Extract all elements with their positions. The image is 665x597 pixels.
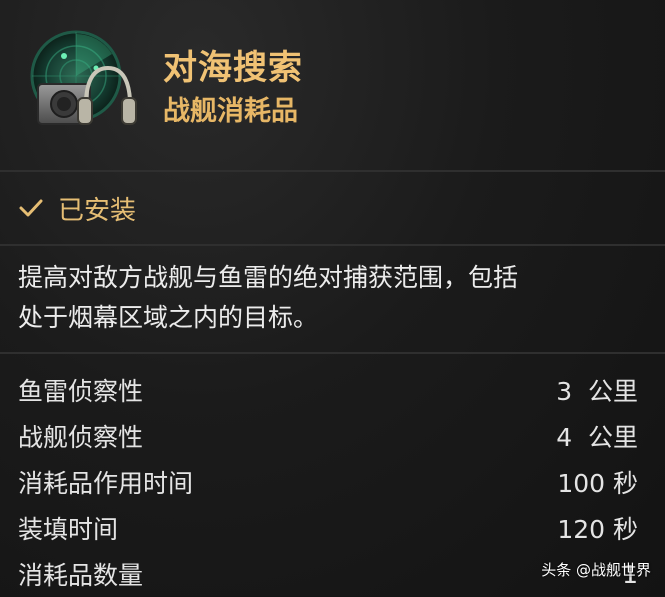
- divider: [0, 352, 665, 354]
- stat-value: 3 公里: [556, 377, 638, 406]
- tooltip-header: 对海搜索 战舰消耗品: [0, 0, 665, 170]
- stat-label: 装填时间: [18, 515, 119, 544]
- watermark: 头条 @战舰世界: [541, 561, 651, 579]
- stat-row-action-time: 消耗品作用时间 100 秒: [18, 459, 638, 505]
- consumable-subtitle: 战舰消耗品: [163, 96, 298, 127]
- consumable-tooltip: 对海搜索 战舰消耗品 已安装 提高对敌方战舰与鱼雷的绝对捕获范围，包括 处于烟幕…: [0, 0, 665, 596]
- consumable-title: 对海搜索: [163, 48, 303, 88]
- divider: [0, 244, 665, 246]
- stat-label: 鱼雷侦察性: [18, 377, 144, 406]
- stat-row-ship-detection: 战舰侦察性 4 公里: [18, 413, 638, 459]
- description-line: 处于烟幕区域之内的目标。: [18, 303, 319, 332]
- stat-label: 战舰侦察性: [18, 423, 144, 452]
- installed-status: 已安装: [18, 186, 136, 230]
- stat-value: 100 秒: [557, 469, 638, 498]
- stat-label: 消耗品数量: [18, 561, 144, 590]
- installed-label: 已安装: [58, 195, 137, 226]
- stat-row-reload-time: 装填时间 120 秒: [18, 505, 638, 551]
- stat-row-torpedo-detection: 鱼雷侦察性 3 公里: [18, 367, 638, 413]
- stat-value: 120 秒: [557, 515, 638, 544]
- stat-label: 消耗品作用时间: [18, 469, 194, 498]
- hydroacoustic-search-icon: [28, 28, 138, 138]
- check-icon: [19, 199, 43, 217]
- description-line: 提高对敌方战舰与鱼雷的绝对捕获范围，包括: [18, 263, 519, 292]
- divider: [0, 170, 665, 172]
- consumable-description: 提高对敌方战舰与鱼雷的绝对捕获范围，包括 处于烟幕区域之内的目标。: [18, 258, 648, 338]
- stat-value: 4 公里: [556, 423, 638, 452]
